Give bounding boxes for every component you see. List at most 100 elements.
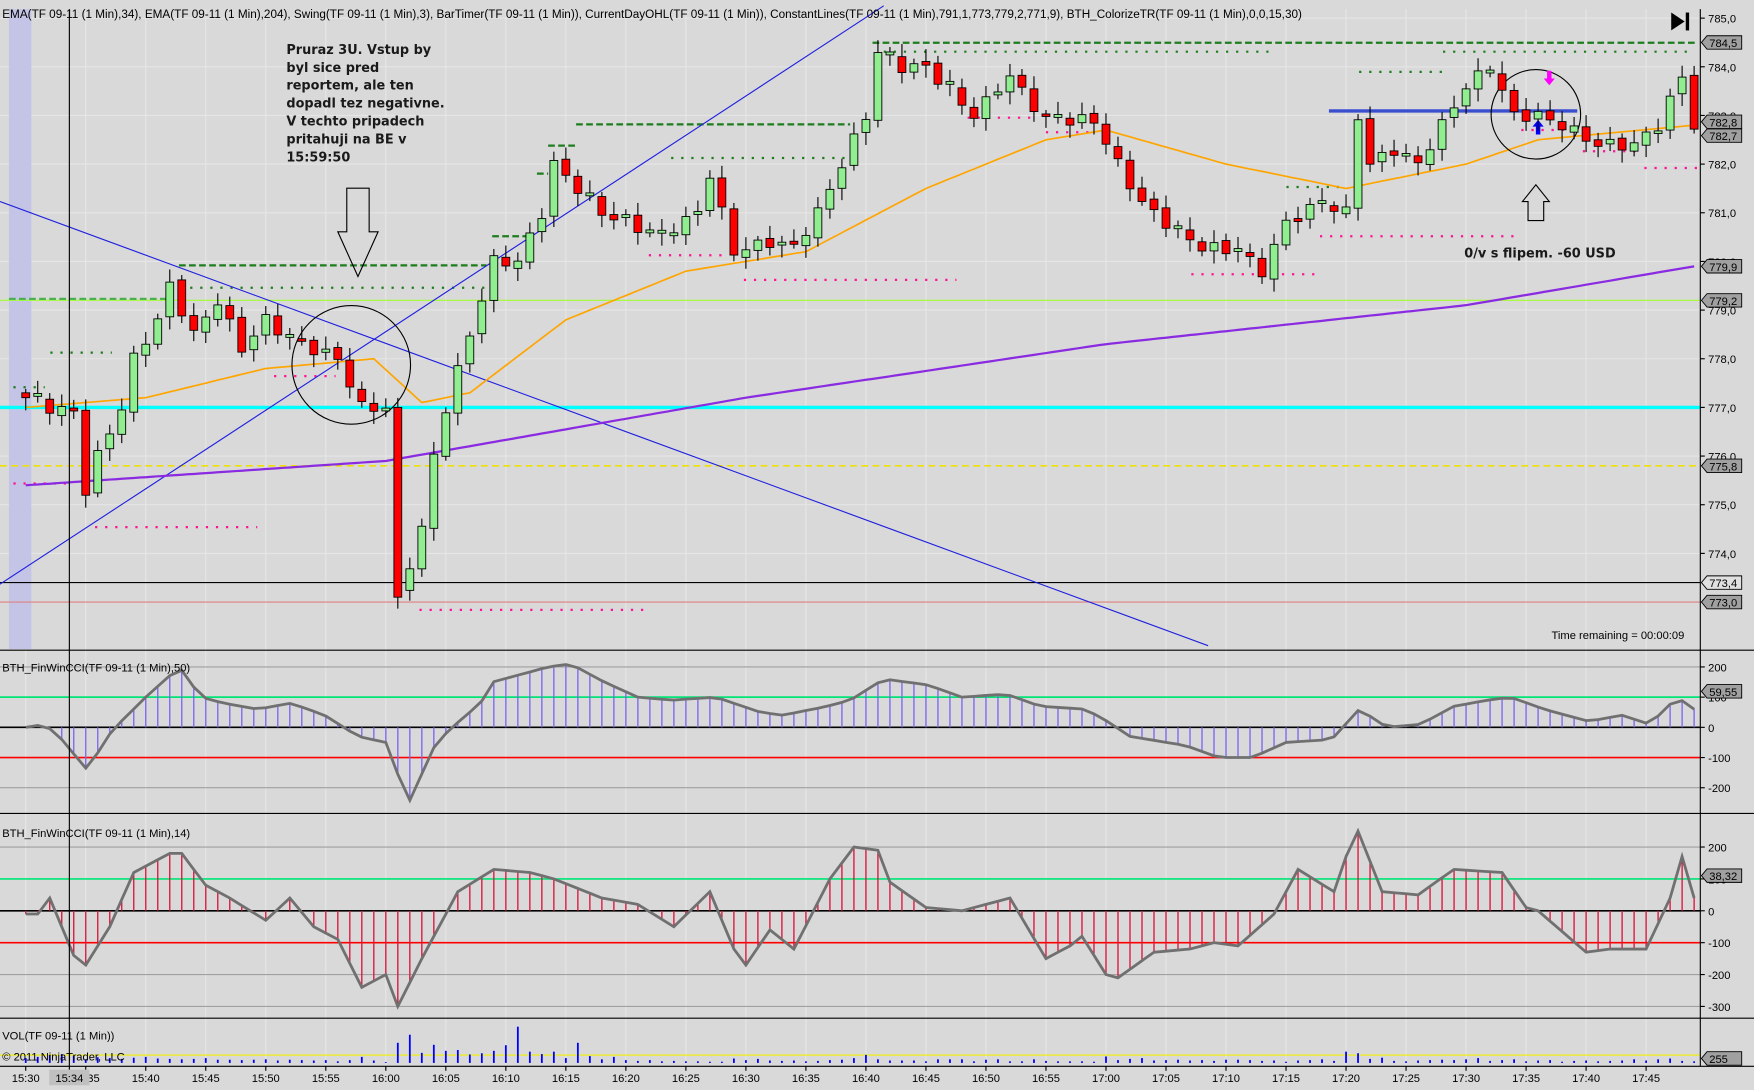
cci-tick-label: -200	[1708, 970, 1730, 982]
annotation-line: V techto pripadech	[286, 115, 424, 130]
candle-up	[1425, 149, 1435, 165]
price-tick-label: 784,0	[1708, 62, 1736, 74]
candle-up	[693, 211, 703, 215]
candle-up	[1377, 151, 1387, 163]
candle-up	[1629, 142, 1639, 152]
time-tick-label: 17:45	[1632, 1073, 1660, 1085]
candle-up	[165, 281, 175, 318]
candle-up	[105, 433, 115, 450]
candle-down	[1617, 137, 1627, 151]
annotation-line: byl sice pred	[286, 61, 379, 76]
candle-up	[1641, 131, 1651, 146]
candle-down	[21, 392, 31, 399]
candle-down	[1029, 88, 1039, 113]
candle-up	[1317, 200, 1327, 204]
candle-down	[957, 87, 967, 106]
time-tick-label: 16:45	[912, 1073, 940, 1085]
candle-up	[1401, 153, 1411, 157]
time-tick-label: 17:10	[1212, 1073, 1240, 1085]
candle-up	[981, 96, 991, 120]
candle-down	[1041, 113, 1051, 117]
candle-up	[1473, 70, 1483, 90]
candle-down	[1245, 252, 1255, 257]
candle-down	[1101, 123, 1111, 145]
candle-up	[201, 316, 211, 333]
time-tick-label: 16:10	[492, 1073, 520, 1085]
candle-up	[537, 218, 547, 233]
price-marker-label: 779,2	[1709, 296, 1737, 308]
candle-down	[1545, 110, 1555, 121]
time-tick-label: 17:40	[1572, 1073, 1600, 1085]
candle-down	[597, 196, 607, 216]
time-tick-label: 15:40	[132, 1073, 160, 1085]
price-marker-label: 784,5	[1709, 38, 1737, 50]
time-tick-label: 15:55	[312, 1073, 340, 1085]
candle-down	[1329, 205, 1339, 212]
candle-down	[345, 359, 355, 388]
price-tick-label: 781,0	[1708, 208, 1736, 220]
time-tick-label: 17:25	[1392, 1073, 1420, 1085]
cci-tick-label: -100	[1708, 938, 1730, 950]
candle-down	[189, 315, 199, 331]
candle-up	[33, 392, 43, 397]
candle-down	[1257, 257, 1267, 278]
candle-up	[753, 239, 763, 251]
candle-down	[357, 388, 367, 403]
candle-down	[393, 406, 403, 598]
candle-up	[1665, 95, 1675, 131]
price-marker-label: 773,0	[1709, 598, 1737, 610]
candle-up	[129, 352, 139, 413]
candle-down	[933, 62, 943, 85]
candle-up	[945, 80, 955, 85]
candle-down	[1125, 159, 1135, 190]
candle-down	[1137, 187, 1147, 202]
volume-value-marker-label: 255	[1709, 1054, 1728, 1066]
candle-down	[333, 347, 343, 360]
price-tick-label: 775,0	[1708, 500, 1736, 512]
candle-down	[1593, 139, 1603, 147]
candle-up	[429, 453, 439, 529]
time-tick-label: 17:05	[1152, 1073, 1180, 1085]
candle-up	[813, 207, 823, 239]
time-tick-label: 16:30	[732, 1073, 760, 1085]
candle-down	[237, 316, 247, 353]
candle-up	[837, 167, 847, 189]
candle-up	[1077, 114, 1087, 124]
candle-down	[609, 214, 619, 221]
time-tick-label: 17:30	[1452, 1073, 1480, 1085]
cci-title: BTH_FinWinCCI(TF 09-11 (1 Min),14)	[2, 828, 190, 840]
candle-down	[765, 237, 775, 248]
time-tick-label: 16:00	[372, 1073, 400, 1085]
candle-up	[873, 52, 883, 121]
candle-up	[513, 260, 523, 269]
candle-up	[1653, 130, 1663, 134]
candle-up	[321, 348, 331, 353]
price-tick-label: 785,0	[1708, 14, 1736, 26]
candle-up	[741, 249, 751, 258]
candle-down	[177, 279, 187, 317]
copyright: © 2011 NinjaTrader, LLC	[2, 1052, 125, 1064]
cci-title: BTH_FinWinCCI(TF 09-11 (1 Min),50)	[2, 662, 190, 674]
candle-down	[501, 256, 511, 267]
time-tick-label: 17:15	[1272, 1073, 1300, 1085]
candle-up	[885, 51, 895, 56]
time-tick-label: 16:40	[852, 1073, 880, 1085]
candle-up	[1449, 107, 1459, 118]
candle-up	[141, 343, 151, 356]
candle-up	[657, 229, 667, 234]
candle-up	[585, 192, 595, 197]
time-tick-label: 16:15	[552, 1073, 580, 1085]
candle-up	[825, 188, 835, 210]
candle-up	[1233, 248, 1243, 252]
candle-up	[705, 177, 715, 211]
candle-up	[1461, 88, 1471, 107]
candle-up	[465, 335, 475, 365]
cci-tick-label: 200	[1708, 843, 1727, 855]
price-tick-label: 778,0	[1708, 354, 1736, 366]
trading-chart[interactable]: BTH_FinWinCCI(TF 09-11 (1 Min),50) BTH_Fi…	[0, 0, 1754, 1090]
candle-down	[717, 177, 727, 208]
candle-down	[1017, 74, 1027, 88]
candle-up	[477, 300, 487, 335]
candle-up	[117, 409, 127, 435]
candle-down	[1185, 229, 1195, 241]
